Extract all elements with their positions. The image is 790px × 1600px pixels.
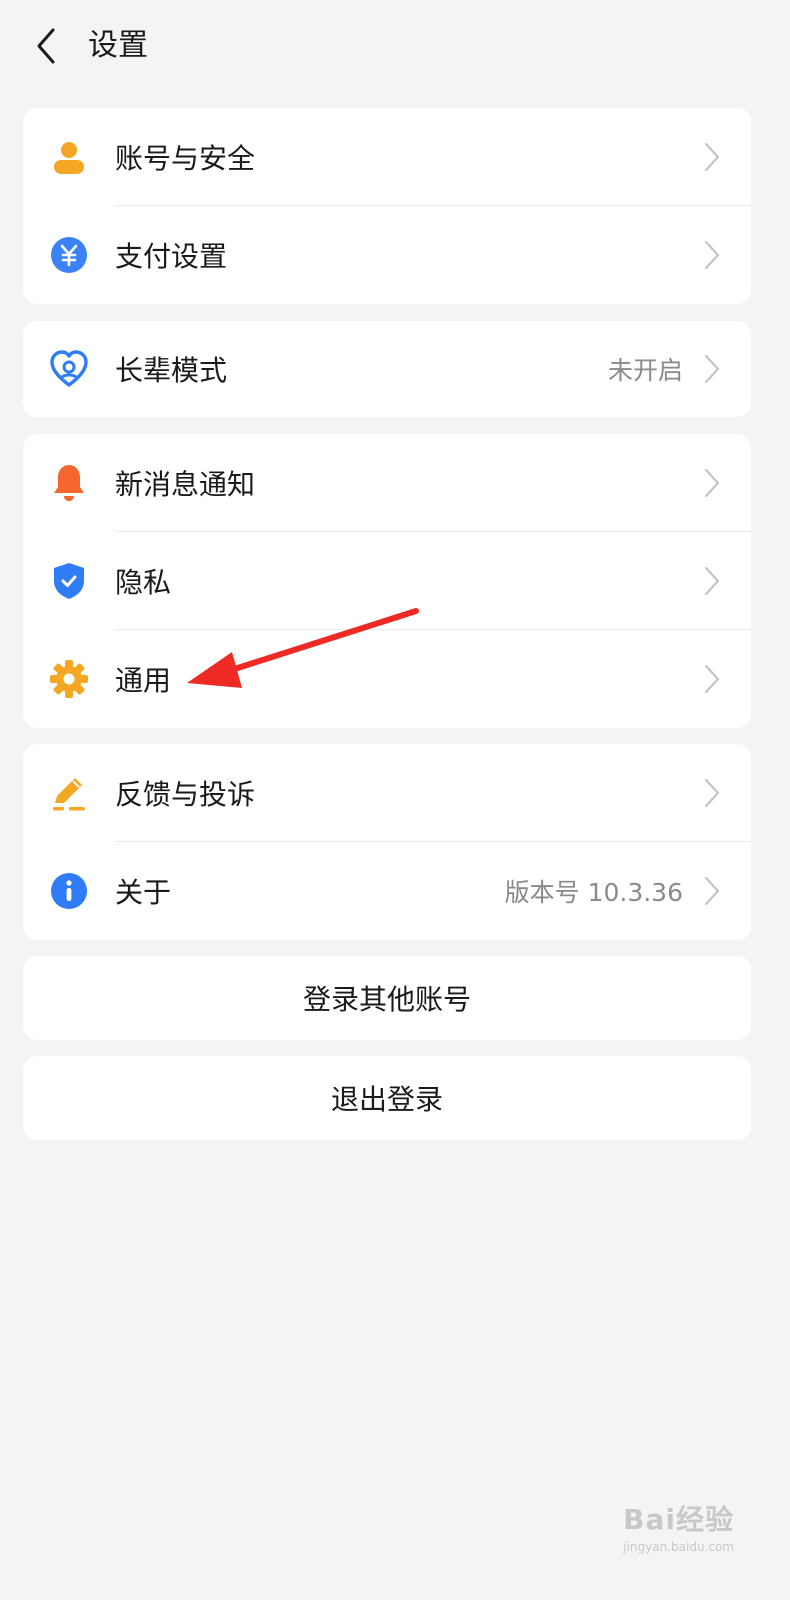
settings-group-account: 账号与安全 支付设置: [23, 108, 751, 304]
switch-account-label: 登录其他账号: [302, 983, 471, 1016]
row-label: 账号与安全: [115, 142, 256, 175]
row-label: 长辈模式: [115, 354, 228, 387]
row-privacy[interactable]: 隐私: [23, 532, 751, 630]
logout-button[interactable]: 退出登录: [23, 1056, 751, 1140]
chevron-right-icon: [704, 354, 720, 384]
chevron-right-icon: [704, 876, 720, 906]
row-account-security[interactable]: 账号与安全: [23, 108, 751, 206]
chevron-right-icon: [704, 142, 720, 172]
chevron-right-icon: [704, 566, 720, 596]
switch-account-button[interactable]: 登录其他账号: [23, 956, 751, 1040]
yuan-icon: [49, 235, 89, 275]
edit-pen-icon: [49, 773, 89, 813]
row-label: 支付设置: [115, 240, 228, 273]
row-label: 隐私: [115, 566, 172, 599]
user-icon: [49, 137, 89, 177]
bell-icon: [49, 463, 89, 503]
page-title: 设置: [88, 28, 148, 63]
row-elder-mode[interactable]: 长辈模式 未开启: [23, 321, 751, 417]
row-feedback[interactable]: 反馈与投诉: [23, 744, 751, 842]
chevron-right-icon: [704, 240, 720, 270]
logout-label: 退出登录: [330, 1083, 443, 1116]
row-label: 关于: [115, 876, 172, 909]
chevron-left-icon: [37, 28, 55, 64]
row-notifications[interactable]: 新消息通知: [23, 434, 751, 532]
chevron-right-icon: [704, 664, 720, 694]
row-label: 反馈与投诉: [115, 778, 256, 811]
header: 设置: [0, 0, 774, 94]
row-general[interactable]: 通用: [23, 630, 751, 728]
chevron-right-icon: [704, 778, 720, 808]
chevron-right-icon: [704, 468, 720, 498]
heart-care-icon: [49, 349, 89, 389]
settings-group-support: 反馈与投诉 关于 版本号 10.3.36: [23, 744, 751, 940]
back-button[interactable]: [22, 22, 70, 70]
shield-check-icon: [49, 561, 89, 601]
row-value: 未开启: [607, 356, 683, 385]
row-payment-settings[interactable]: 支付设置: [23, 206, 751, 304]
settings-group-general: 新消息通知 隐私 通用: [23, 434, 751, 728]
row-label: 新消息通知: [115, 468, 256, 501]
settings-group-elder: 长辈模式 未开启: [23, 321, 751, 417]
gear-icon: [49, 659, 89, 699]
watermark-url: jingyan.baidu.com: [623, 1540, 734, 1554]
info-icon: [49, 871, 89, 911]
row-value: 版本号 10.3.36: [504, 878, 683, 907]
row-label: 通用: [115, 664, 172, 697]
row-about[interactable]: 关于 版本号 10.3.36: [23, 842, 751, 940]
watermark: Bai经验 jingyan.baidu.com: [623, 1498, 734, 1554]
watermark-brand: Bai经验: [623, 1503, 734, 1536]
